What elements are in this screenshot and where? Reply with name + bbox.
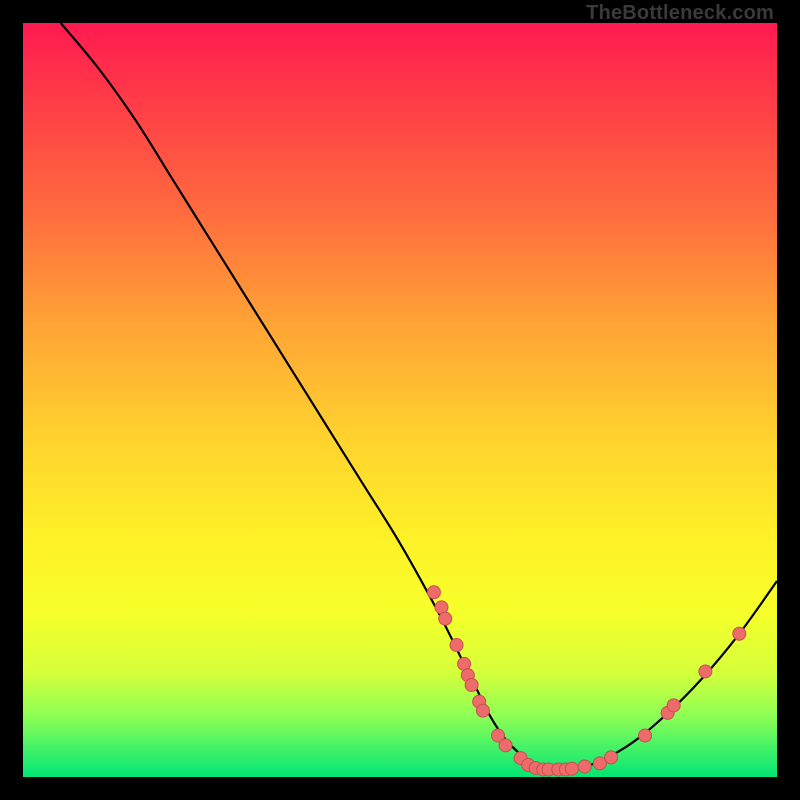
chart-frame: TheBottleneck.com: [0, 0, 800, 800]
curve-line: [61, 23, 777, 770]
scatter-point: [465, 679, 478, 692]
chart-svg: [23, 23, 777, 777]
scatter-point: [699, 665, 712, 678]
scatter-point: [439, 612, 452, 625]
scatter-point: [639, 729, 652, 742]
scatter-point: [605, 751, 618, 764]
scatter-point: [565, 762, 578, 775]
scatter-point: [450, 639, 463, 652]
scatter-point: [427, 586, 440, 599]
watermark-text: TheBottleneck.com: [586, 2, 774, 25]
scatter-point: [476, 704, 489, 717]
scatter-point: [733, 627, 746, 640]
scatter-point: [499, 739, 512, 752]
scatter-point: [667, 699, 680, 712]
scatter-points: [427, 586, 745, 776]
scatter-point: [578, 760, 591, 773]
